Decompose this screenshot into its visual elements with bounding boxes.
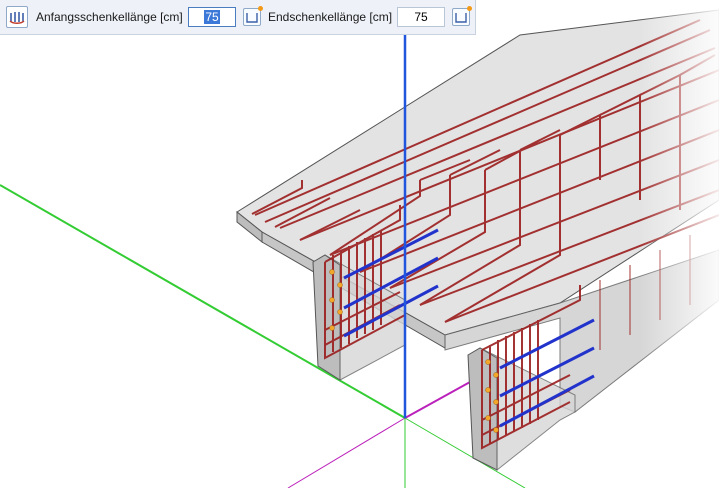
start-leg-length-value: 75 bbox=[204, 10, 220, 24]
rebar-parameter-toolbar: Anfangsschenkellänge [cm] 75 Endschenkel… bbox=[0, 0, 476, 35]
start-leg-length-label: Anfangsschenkellänge [cm] bbox=[36, 10, 183, 24]
3d-viewport[interactable] bbox=[0, 0, 719, 488]
pick-end-leg-button[interactable] bbox=[452, 6, 472, 26]
start-leg-length-input[interactable]: 75 bbox=[188, 7, 236, 27]
pick-value-icon bbox=[246, 13, 258, 23]
y-axis-line bbox=[404, 381, 471, 419]
end-leg-length-label: Endschenkellänge [cm] bbox=[268, 10, 393, 24]
view-fade-overlay bbox=[640, 0, 719, 488]
pick-value-icon bbox=[455, 13, 467, 23]
indicator-dot bbox=[467, 6, 472, 11]
rebar-stirrups-icon[interactable] bbox=[6, 6, 28, 28]
pick-start-leg-button[interactable] bbox=[243, 6, 263, 26]
end-leg-length-input[interactable]: 75 bbox=[397, 7, 445, 27]
y-axis-line-extension bbox=[287, 417, 406, 488]
end-leg-length-value: 75 bbox=[414, 10, 428, 24]
indicator-dot bbox=[258, 6, 263, 11]
